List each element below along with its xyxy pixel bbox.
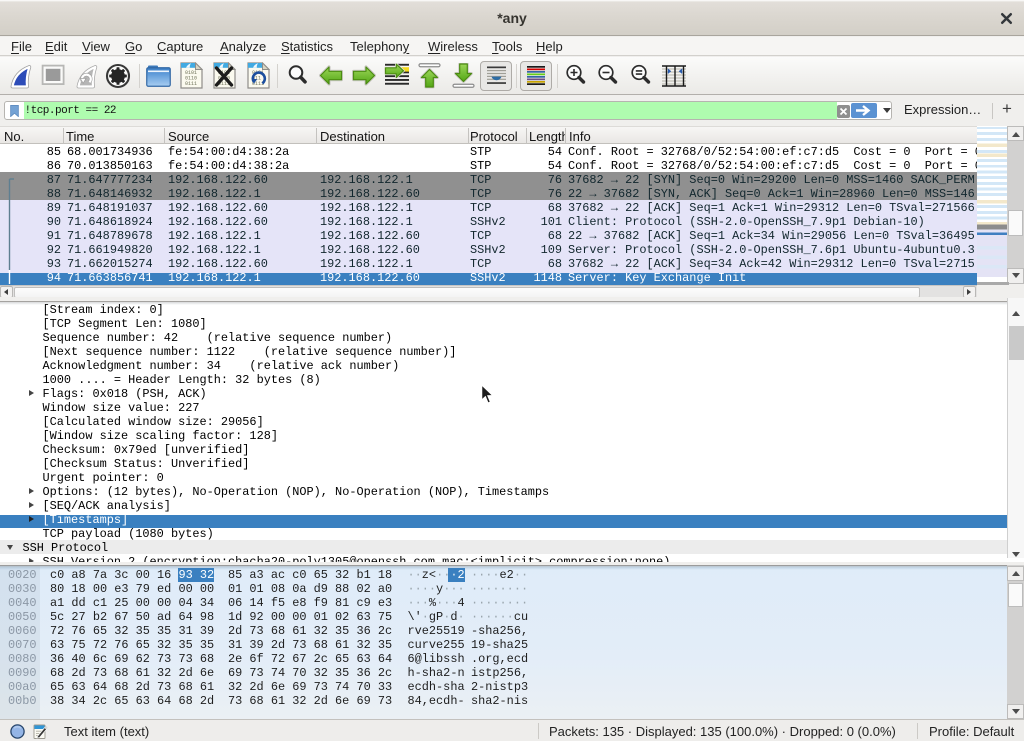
svg-text:0111: 0111 bbox=[185, 81, 197, 87]
